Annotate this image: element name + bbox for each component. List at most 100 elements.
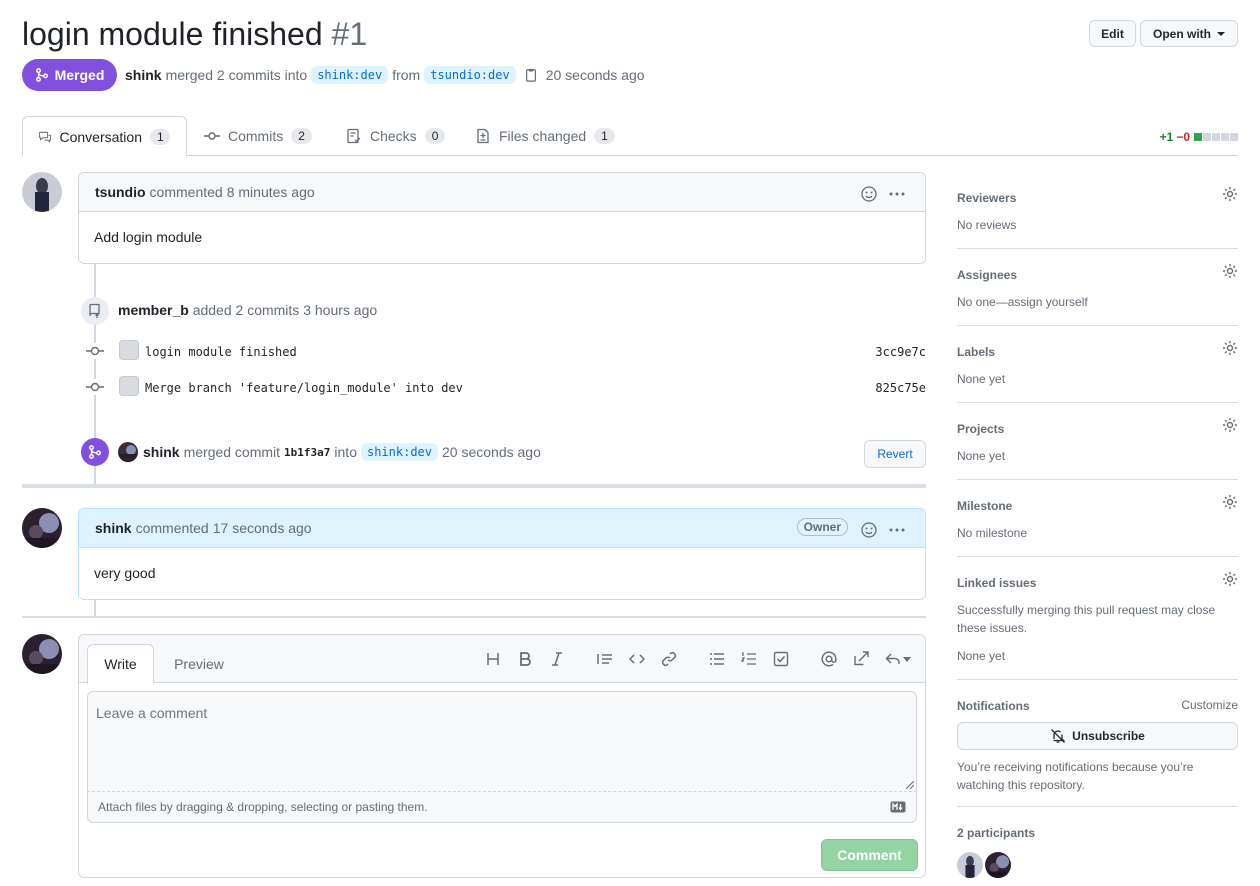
tab-checks[interactable]: Checks 0 bbox=[330, 116, 461, 156]
heading-icon[interactable] bbox=[485, 651, 501, 667]
sidebar-assignees: Assignees No one—assign yourself bbox=[957, 264, 1238, 326]
commit-2-sha[interactable]: 825c75e bbox=[875, 381, 926, 395]
comment-1-body: Add login module bbox=[94, 229, 203, 245]
tab-commits[interactable]: Commits 2 bbox=[188, 116, 328, 156]
gear-icon[interactable] bbox=[1222, 263, 1238, 279]
tab-preview[interactable]: Preview bbox=[163, 644, 235, 684]
attach-text: Attach files by dragging & dropping, sel… bbox=[98, 800, 428, 814]
diff-additions: +1 bbox=[1159, 130, 1174, 144]
gear-icon[interactable] bbox=[1222, 340, 1238, 356]
revert-button[interactable]: Revert bbox=[864, 440, 926, 468]
tab-write[interactable]: Write bbox=[87, 644, 154, 684]
linked-desc: Successfully merging this pull request m… bbox=[957, 603, 1216, 635]
avatar-shink[interactable] bbox=[22, 508, 62, 548]
gear-icon[interactable] bbox=[1222, 417, 1238, 433]
edit-button[interactable]: Edit bbox=[1089, 20, 1136, 47]
open-with-button[interactable]: Open with bbox=[1140, 20, 1238, 47]
smiley-icon[interactable] bbox=[861, 522, 877, 538]
comment-1-time[interactable]: 8 minutes ago bbox=[227, 184, 315, 200]
comment-submit-button[interactable]: Comment bbox=[821, 839, 918, 871]
diffstat-block bbox=[1212, 133, 1220, 141]
italic-icon[interactable] bbox=[549, 651, 565, 667]
tab-conversation-count: 1 bbox=[150, 128, 170, 145]
comment-textarea[interactable]: Leave a comment bbox=[87, 691, 917, 792]
smiley-icon[interactable] bbox=[861, 186, 877, 202]
code-icon[interactable] bbox=[629, 651, 645, 667]
push-time[interactable]: 3 hours ago bbox=[303, 302, 377, 318]
base-branch[interactable]: shink:dev bbox=[311, 66, 389, 84]
commit-2-avatar bbox=[119, 376, 139, 396]
gear-icon[interactable] bbox=[1222, 494, 1238, 510]
customize-link[interactable]: Customize bbox=[1181, 698, 1238, 712]
labels-heading[interactable]: Labels bbox=[957, 344, 1238, 360]
linked-value: None yet bbox=[957, 649, 1006, 663]
pr-title-text: login module finished bbox=[22, 16, 323, 52]
commit-1-message[interactable]: login module finished bbox=[145, 345, 297, 359]
merged-text: merged 2 commits into bbox=[165, 67, 308, 83]
gear-icon[interactable] bbox=[1222, 571, 1238, 587]
attach-files-bar[interactable]: Attach files by dragging & dropping, sel… bbox=[87, 791, 917, 823]
comment-1-author[interactable]: tsundio bbox=[95, 184, 146, 200]
resize-handle-icon[interactable] bbox=[906, 781, 914, 789]
reviewers-heading[interactable]: Reviewers bbox=[957, 190, 1238, 206]
milestone-heading[interactable]: Milestone bbox=[957, 498, 1238, 514]
reply-icon[interactable] bbox=[885, 651, 901, 667]
link-icon[interactable] bbox=[661, 651, 677, 667]
kebab-horizontal-icon[interactable] bbox=[889, 186, 905, 202]
projects-heading[interactable]: Projects bbox=[957, 421, 1238, 437]
quote-icon[interactable] bbox=[597, 651, 613, 667]
unsubscribe-button[interactable]: Unsubscribe bbox=[957, 722, 1238, 750]
repo-push-icon bbox=[81, 297, 109, 325]
comment-2-time[interactable]: 17 seconds ago bbox=[213, 520, 312, 536]
triangle-down-icon bbox=[1217, 31, 1225, 36]
git-commit-icon bbox=[204, 132, 220, 140]
merge-sha[interactable]: 1b1f3a7 bbox=[284, 446, 330, 459]
cross-reference-icon[interactable] bbox=[853, 651, 869, 667]
revert-label: Revert bbox=[877, 447, 913, 461]
merge-event-text: shink merged commit 1b1f3a7 into shink:d… bbox=[143, 443, 541, 461]
assignees-heading[interactable]: Assignees bbox=[957, 267, 1238, 283]
gear-icon[interactable] bbox=[1222, 186, 1238, 202]
merge-author-avatar[interactable] bbox=[118, 442, 138, 462]
push-author[interactable]: member_b bbox=[118, 302, 189, 318]
sidebar-projects: Projects None yet bbox=[957, 418, 1238, 480]
diff-blocks bbox=[1193, 133, 1238, 141]
avatar-tsundio[interactable] bbox=[22, 172, 62, 212]
kebab-horizontal-icon[interactable] bbox=[889, 522, 905, 538]
pr-title: login module finished #1 bbox=[22, 14, 367, 54]
state-label: Merged bbox=[54, 67, 105, 83]
assignees-value[interactable]: No one—assign yourself bbox=[957, 293, 1238, 311]
commit-1-sha[interactable]: 3cc9e7c bbox=[875, 345, 926, 359]
linked-heading[interactable]: Linked issues bbox=[957, 575, 1238, 591]
tasklist-icon[interactable] bbox=[773, 651, 789, 667]
tab-files-changed[interactable]: Files changed 1 bbox=[459, 116, 631, 156]
unordered-list-icon[interactable] bbox=[709, 651, 725, 667]
pr-author-link[interactable]: shink bbox=[125, 67, 162, 83]
merged-state-badge: Merged bbox=[22, 59, 117, 91]
tab-conversation[interactable]: Conversation 1 bbox=[22, 116, 187, 157]
comment-2-author[interactable]: shink bbox=[95, 520, 132, 536]
merge-branch[interactable]: shink:dev bbox=[360, 443, 439, 461]
sidebar-reviewers: Reviewers No reviews bbox=[957, 187, 1238, 249]
merge-time[interactable]: 20 seconds ago bbox=[442, 444, 541, 460]
labels-value: None yet bbox=[957, 372, 1006, 386]
milestone-value: No milestone bbox=[957, 526, 1028, 540]
merge-author[interactable]: shink bbox=[143, 444, 180, 460]
comment-2: shink commented 17 seconds ago Owner ver… bbox=[78, 508, 926, 600]
pr-tabs: Conversation 1 Commits 2 Checks 0 Files … bbox=[22, 116, 1238, 157]
diff-deletions: −0 bbox=[1176, 130, 1190, 144]
bold-icon[interactable] bbox=[517, 651, 533, 667]
tab-commits-count: 2 bbox=[291, 128, 312, 144]
mention-icon[interactable] bbox=[821, 651, 837, 667]
copy-icon[interactable] bbox=[524, 68, 538, 82]
reply-dropdown-icon[interactable] bbox=[903, 657, 911, 663]
commit-1-node bbox=[86, 343, 104, 359]
participant-avatar-tsundio[interactable] bbox=[957, 852, 983, 878]
diffstat-block bbox=[1221, 133, 1229, 141]
ordered-list-icon[interactable] bbox=[741, 651, 757, 667]
avatar-current-user[interactable] bbox=[22, 634, 62, 674]
markdown-icon[interactable] bbox=[890, 801, 906, 813]
participant-avatar-shink[interactable] bbox=[985, 852, 1011, 878]
commit-2-message[interactable]: Merge branch 'feature/login_module' into… bbox=[145, 381, 463, 395]
head-branch[interactable]: tsundio:dev bbox=[424, 66, 516, 84]
